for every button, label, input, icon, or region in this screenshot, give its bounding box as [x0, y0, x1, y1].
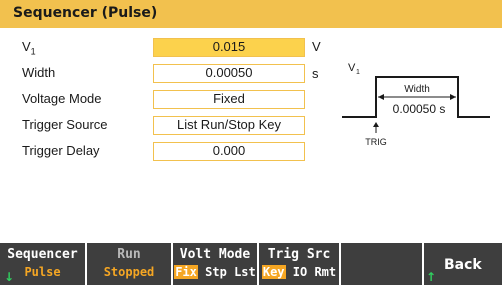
trig-src-key: Key [261, 265, 286, 279]
width-unit: s [312, 66, 319, 81]
width-arrow-left [378, 94, 384, 100]
softkey-trig-src[interactable]: Trig Src Key IO Rmt [259, 243, 339, 285]
label-trigger-delay: Trigger Delay [22, 143, 100, 158]
label-width: Width [22, 65, 56, 80]
width-arrow-right [450, 94, 456, 100]
back-button-label: Back [444, 257, 482, 273]
diagram-width-value: 0.00050 s [393, 102, 446, 116]
softkey-blank[interactable] [341, 243, 422, 285]
diagram-trig-label: TRIG [365, 137, 387, 147]
v1-field[interactable]: 0.015 [153, 38, 305, 57]
diagram-v-label: V [348, 62, 356, 74]
title-bar: Sequencer (Pulse) [0, 0, 502, 28]
softkey-volt-mode[interactable]: Volt Mode Fix Stp Lst [173, 243, 257, 285]
up-arrow-icon: ↑ [426, 270, 437, 284]
label-v1: V1 [22, 39, 36, 57]
softkey-sequencer-label: Sequencer [7, 247, 78, 262]
width-field[interactable]: 0.00050 [153, 64, 305, 83]
trig-src-io: IO [292, 265, 308, 279]
volt-mode-lst: Lst [234, 265, 256, 279]
trigger-source-field[interactable]: List Run/Stop Key [153, 116, 305, 135]
softkey-run-value: Stopped [103, 265, 155, 279]
softkey-volt-mode-label: Volt Mode [179, 247, 251, 262]
pulse-diagram: V 1 Width 0.00050 s TRIG [342, 62, 490, 147]
page-title: Sequencer (Pulse) [13, 5, 158, 21]
label-v1-main: V [22, 39, 31, 54]
label-trigger-source: Trigger Source [22, 117, 108, 132]
diagram-width-label: Width [404, 84, 430, 95]
label-voltage-mode: Voltage Mode [22, 91, 102, 106]
trig-src-rmt: Rmt [314, 265, 337, 279]
label-v1-sub: 1 [30, 46, 36, 57]
softkey-trig-src-label: Trig Src [267, 247, 331, 262]
diagram-v-sub: 1 [356, 69, 360, 76]
trig-arrow-icon [373, 122, 379, 127]
down-arrow-icon: ↓ [4, 270, 15, 284]
volt-mode-fix: Fix [174, 265, 198, 279]
trigger-delay-field[interactable]: 0.000 [153, 142, 305, 161]
voltage-mode-field[interactable]: Fixed [153, 90, 305, 109]
v1-unit: V [312, 39, 321, 54]
softkey-run-label: Run [117, 247, 141, 262]
softkey-run[interactable]: Run Stopped [87, 243, 171, 285]
volt-mode-stp: Stp [205, 265, 227, 279]
